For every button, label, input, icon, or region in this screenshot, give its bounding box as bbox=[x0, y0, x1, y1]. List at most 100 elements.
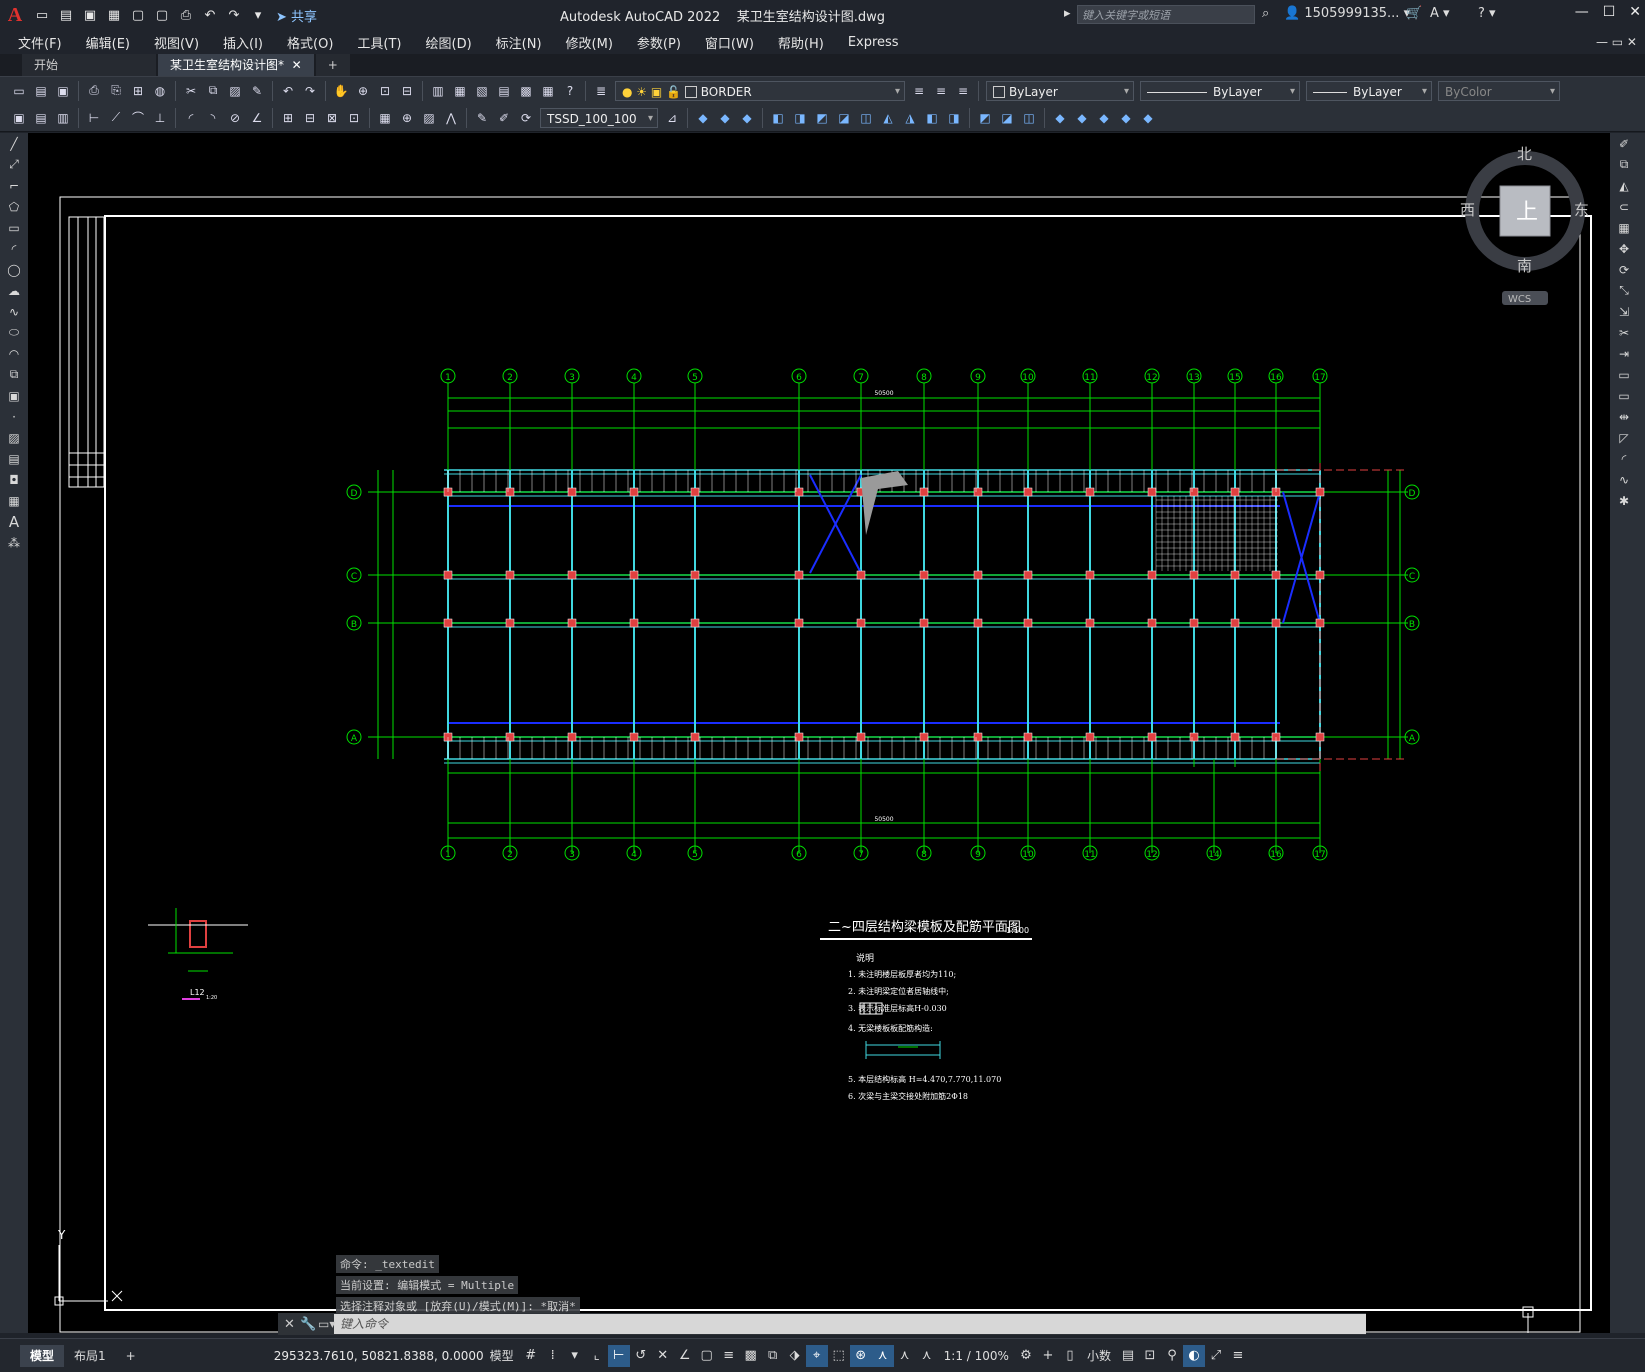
markup-icon[interactable]: ▩ bbox=[516, 81, 536, 101]
angular-dimension-icon[interactable]: ∠ bbox=[247, 108, 267, 128]
tab-model[interactable]: 模型 bbox=[20, 1344, 65, 1367]
tool-icon[interactable]: ◆ bbox=[1094, 108, 1114, 128]
layer-previous-icon[interactable]: ≡ bbox=[931, 81, 951, 101]
blend-curves-icon[interactable]: ∿ bbox=[1610, 469, 1638, 490]
lineweight-dropdown[interactable]: ByLayer bbox=[1306, 80, 1432, 101]
copy-icon[interactable]: ⧉ bbox=[203, 81, 223, 101]
cart-icon[interactable]: 🛒 bbox=[1406, 6, 1422, 21]
tool-icon[interactable]: ◨ bbox=[944, 108, 964, 128]
calculator-icon[interactable]: ▦ bbox=[538, 81, 558, 101]
array-icon[interactable]: ▦ bbox=[1610, 217, 1638, 238]
redo-icon[interactable]: ↷ bbox=[300, 81, 320, 101]
coordinate-readout[interactable]: 295323.7610, 50821.8388, 0.0000 bbox=[274, 1349, 484, 1363]
tool-icon[interactable]: ◧ bbox=[768, 108, 788, 128]
tool-icon[interactable]: ◆ bbox=[1050, 108, 1070, 128]
new-icon[interactable]: ▭ bbox=[9, 81, 29, 101]
break-icon[interactable]: ▭ bbox=[1610, 385, 1638, 406]
tool-icon[interactable]: ◆ bbox=[737, 108, 757, 128]
tool-icon[interactable]: ◆ bbox=[1072, 108, 1092, 128]
add-layout-button[interactable]: + bbox=[116, 1345, 146, 1367]
menu-tools[interactable]: 工具(T) bbox=[345, 33, 413, 52]
insert-block-icon[interactable]: ⧉ bbox=[0, 364, 28, 385]
dimension-style-icon[interactable]: ⊿ bbox=[662, 108, 682, 128]
snap-icon[interactable]: ⁞ bbox=[542, 1345, 564, 1367]
explode-icon[interactable]: ✱ bbox=[1610, 490, 1638, 511]
undo-icon[interactable]: ↶ bbox=[278, 81, 298, 101]
annotation-scale-icon[interactable]: ⋏ bbox=[916, 1345, 938, 1367]
tool-icon[interactable]: ◧ bbox=[922, 108, 942, 128]
search-input[interactable]: 键入关键字或短语 bbox=[1077, 5, 1255, 24]
lineweight-icon[interactable]: ≡ bbox=[718, 1345, 740, 1367]
menu-file[interactable]: 文件(F) bbox=[6, 33, 74, 52]
aligned-dimension-icon[interactable]: ⟋ bbox=[106, 108, 126, 128]
layer-state-icon[interactable]: ≡ bbox=[953, 81, 973, 101]
zoom-previous-icon[interactable]: ⊟ bbox=[397, 81, 417, 101]
menu-express[interactable]: Express bbox=[836, 35, 911, 50]
polyline-icon[interactable]: ⌐ bbox=[0, 175, 28, 196]
tool-icon[interactable]: ▥ bbox=[53, 108, 73, 128]
zoom-window-icon[interactable]: ⊡ bbox=[375, 81, 395, 101]
tab-add-button[interactable]: + bbox=[315, 54, 350, 76]
command-line-close-icon[interactable]: ✕ bbox=[284, 1317, 295, 1332]
properties-icon[interactable]: ▥ bbox=[428, 81, 448, 101]
units-value[interactable]: 小数 bbox=[1081, 1347, 1117, 1364]
match-properties-icon[interactable]: ✎ bbox=[247, 81, 267, 101]
object-snap-tracking-icon[interactable]: ∠ bbox=[674, 1345, 696, 1367]
viewcube-north[interactable]: 北 bbox=[1517, 145, 1532, 163]
menu-view[interactable]: 视图(V) bbox=[142, 33, 211, 52]
jogged-linear-icon[interactable]: ⋀ bbox=[441, 108, 461, 128]
tab-close-icon[interactable]: ✕ bbox=[292, 58, 302, 72]
drawing-canvas[interactable]: 1 2 3 4 5 6 7 8 9 10 11 12 13 15 16 17 1 2 3 4 5 6 7 8 9 10 11 12 14… bbox=[28, 133, 1610, 1333]
trim-icon[interactable]: ✂ bbox=[1610, 322, 1638, 343]
arc-length-icon[interactable]: ⌒ bbox=[128, 108, 148, 128]
annotation-monitor-icon[interactable]: + bbox=[1037, 1345, 1059, 1367]
tool-icon[interactable]: ◩ bbox=[975, 108, 995, 128]
open-icon[interactable]: ▤ bbox=[31, 81, 51, 101]
scale-icon[interactable]: ⤡ bbox=[1610, 280, 1638, 301]
dimension-space-icon[interactable]: ⊡ bbox=[344, 108, 364, 128]
help-icon[interactable]: ? ▾ bbox=[1478, 6, 1496, 21]
close-icon[interactable]: ✕ bbox=[1629, 4, 1641, 20]
publish-icon[interactable]: ⊞ bbox=[128, 81, 148, 101]
menu-help[interactable]: 帮助(H) bbox=[766, 33, 836, 52]
color-dropdown[interactable]: ByLayer bbox=[986, 80, 1134, 101]
rotate-icon[interactable]: ⟳ bbox=[1610, 259, 1638, 280]
tool-icon[interactable]: ▣ bbox=[9, 108, 29, 128]
3d-osnap-icon[interactable]: ⬗ bbox=[784, 1345, 806, 1367]
tool-icon[interactable]: ◫ bbox=[1019, 108, 1039, 128]
save-icon[interactable]: ▣ bbox=[81, 6, 99, 24]
construction-line-icon[interactable]: ⤢ bbox=[0, 154, 28, 175]
ellipse-icon[interactable]: ⬭ bbox=[0, 322, 28, 343]
transparency-icon[interactable]: ▩ bbox=[740, 1345, 762, 1367]
search-expand-icon[interactable]: ▸ bbox=[1064, 6, 1071, 21]
design-center-icon[interactable]: ▦ bbox=[450, 81, 470, 101]
tool-icon[interactable]: ◆ bbox=[1116, 108, 1136, 128]
tool-icon[interactable]: ◨ bbox=[790, 108, 810, 128]
tool-icon[interactable]: ◭ bbox=[878, 108, 898, 128]
gizmo-icon[interactable]: ⊛ bbox=[849, 1344, 872, 1367]
erase-icon[interactable]: ✐ bbox=[1610, 133, 1638, 154]
share-button[interactable]: ➤ 共享 bbox=[276, 6, 317, 25]
customize-dropdown-icon[interactable]: ▾ bbox=[249, 6, 267, 24]
mirror-icon[interactable]: ◭ bbox=[1610, 175, 1638, 196]
selection-filter-icon[interactable]: ⬚ bbox=[828, 1345, 850, 1367]
stretch-icon[interactable]: ⇲ bbox=[1610, 301, 1638, 322]
revision-cloud-icon[interactable]: ☁ bbox=[0, 280, 28, 301]
tool-palettes-icon[interactable]: ▧ bbox=[472, 81, 492, 101]
tab-start[interactable]: 开始 bbox=[22, 54, 156, 76]
dimension-update-icon[interactable]: ⟳ bbox=[516, 108, 536, 128]
tool-icon[interactable]: ◆ bbox=[693, 108, 713, 128]
isolate-objects-icon[interactable]: ⚲ bbox=[1161, 1345, 1183, 1367]
model-space-button[interactable]: 模型 bbox=[484, 1347, 520, 1364]
annotation-visibility-icon[interactable]: ⋏ bbox=[871, 1344, 894, 1367]
save-icon[interactable]: ▣ bbox=[53, 81, 73, 101]
dynamic-ucs-icon[interactable]: ⌖ bbox=[805, 1344, 828, 1367]
command-input[interactable]: 键入命令 bbox=[334, 1314, 1366, 1334]
dimension-text-edit-icon[interactable]: ✐ bbox=[494, 108, 514, 128]
offset-icon[interactable]: ⊂ bbox=[1610, 196, 1638, 217]
tab-active-drawing[interactable]: 某卫生室结构设计图* ✕ bbox=[158, 54, 314, 76]
autodesk-app-icon[interactable]: A ▾ bbox=[1430, 6, 1450, 21]
plot-preview-icon[interactable]: ⎘ bbox=[106, 81, 126, 101]
tolerance-icon[interactable]: ▦ bbox=[375, 108, 395, 128]
plotstyle-dropdown[interactable]: ByColor bbox=[1438, 80, 1560, 101]
